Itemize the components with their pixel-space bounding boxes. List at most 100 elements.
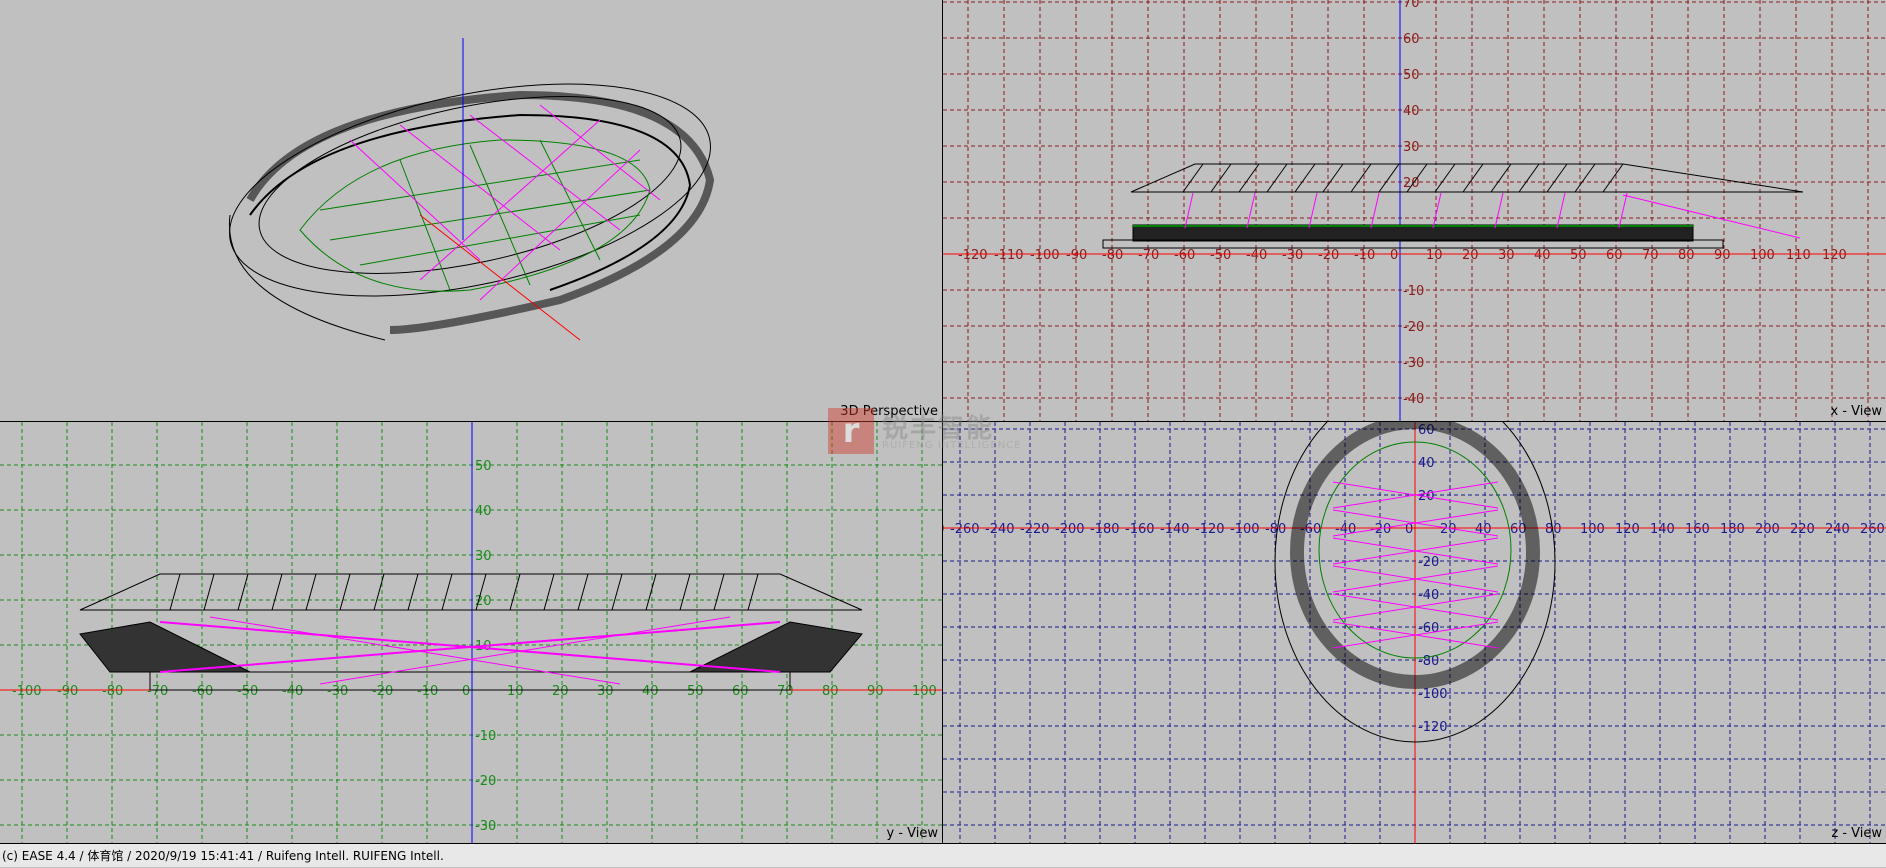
speaker-rays [349,104,661,301]
axis-tick-label: 50 [1570,248,1587,263]
axis-tick-label: 70 [777,684,794,699]
roof-rib [1350,163,1372,193]
speaker-ray [1556,192,1566,229]
axis-tick-label: -260 [950,522,980,537]
axis-tick-label: -140 [1160,522,1190,537]
perspective-canvas[interactable] [0,0,942,421]
viewport-label: z - View [1831,826,1882,841]
axis-tick-label: -10 [1354,248,1375,263]
viewport-label: y - View [886,826,939,841]
axis-tick-label: -100 [1418,687,1448,702]
viewport-z-view[interactable]: -280 -260 -240 -220 -200 -180 -160 -140 -120 -100… [943,422,1886,843]
axis-tick-label: 20 [1462,248,1479,263]
roof-outline [1130,163,1804,193]
axis-tick-label: 80 [1678,248,1695,263]
axis-tick-label: -60 [1174,248,1195,263]
roof-rib [543,573,555,611]
axis-tick-label: 160 [1685,522,1710,537]
axis-tick-label: -80 [1418,654,1439,669]
axis-tick-label: 80 [822,684,839,699]
axis-tick-label: -40 [1403,392,1424,407]
axis-tick-label: -180 [1090,522,1120,537]
speaker-ray [1246,192,1256,229]
axis-tick-label: -40 [1246,248,1267,263]
viewport-3d-perspective[interactable]: 3D Perspective [0,0,943,422]
axis-tick-label: -120 [958,248,988,263]
axis-tick-label: -80 [1265,522,1286,537]
x-view-canvas[interactable]: -120 -110 -100 -90 -80 -70 -60 -50 -40 -30 -20 -10 0… [943,0,1886,421]
axis-tick-label: -10 [1403,284,1424,299]
roof-rib [1266,163,1288,193]
roof-rib [441,573,453,611]
seating-band [246,90,715,334]
axis-tick-label: 240 [1825,522,1850,537]
axis-tick-label: 60 [1403,32,1420,47]
axis-tick-label: -90 [57,684,78,699]
axis-tick-label: 90 [867,684,884,699]
axis-tick-label: -30 [327,684,348,699]
speaker-ray [209,616,621,685]
roof-rib [169,573,181,611]
axis-tick-label: 100 [1750,248,1775,263]
axis-tick-label: -120 [1195,522,1225,537]
status-bar: (c) EASE 4.4 / 体育馆 / 2020/9/19 15:41:41 … [0,843,1886,867]
axis-tick-label: 100 [1580,522,1605,537]
axis-tick-label: -120 [1418,720,1448,735]
axis-tick-label: 60 [732,684,749,699]
axis-tick-label: -40 [1418,588,1439,603]
roof-rib [713,573,725,611]
axis-tick-label: -70 [1138,248,1159,263]
axis-tick-label: -220 [1020,522,1050,537]
axis-tick-label: -100 [12,684,42,699]
axis-tick-label: -110 [994,248,1024,263]
axis-tick-label: 10 [507,684,524,699]
axis-tick-label: 20 [475,594,492,609]
axis-tick-label: 100 [912,684,937,699]
axis-tick-label: -10 [417,684,438,699]
speaker-ray [1308,192,1318,229]
axis-tick-label: 40 [1403,104,1420,119]
axis-tick-label: 120 [1615,522,1640,537]
roof-rib [1462,163,1484,193]
lower-arc [228,214,386,341]
roof-rib [339,573,351,611]
axis-tick-label: -20 [1403,320,1424,335]
axis-tick-label: -50 [237,684,258,699]
roof-rib [1546,163,1568,193]
audience-area [299,139,651,292]
axis-tick-label: -80 [102,684,123,699]
axis-tick-label: -10 [475,729,496,744]
roof-rib [407,573,419,611]
speaker-ray [1618,192,1628,229]
axis-tick-label: 30 [1498,248,1515,263]
seating-block-left [79,621,251,673]
axis-tick-label: -200 [1055,522,1085,537]
roof-outline [79,573,863,611]
speaker-ray [1184,192,1194,229]
watermark-subtext: RUIFENG INTELLIGENCE [882,440,1022,451]
axis-tick-label: -20 [1318,248,1339,263]
axis-tick-label: -40 [282,684,303,699]
viewport-y-view[interactable]: -100 -90 -80 -70 -60 -50 -40 -30 -20 -10 0 10 20 30 40… [0,422,943,843]
y-view-canvas[interactable]: -100 -90 -80 -70 -60 -50 -40 -30 -20 -10 0 10 20 30 40… [0,422,942,843]
axis-tick-label: 70 [1642,248,1659,263]
axis-tick-label: 70 [1403,0,1420,11]
speaker-ray [1432,192,1442,229]
axis-tick-label: 50 [475,459,492,474]
roof-rib [1378,163,1400,193]
axis-tick-label: 40 [1534,248,1551,263]
axis-tick-label: 200 [1755,522,1780,537]
seating-block [1132,224,1694,242]
axis-tick-label: -30 [1403,356,1424,371]
axis-tick-label: 260 [1860,522,1885,537]
roof-rib [1602,163,1624,193]
viewport-x-view[interactable]: -120 -110 -100 -90 -80 -70 -60 -50 -40 -30 -20 -10 0… [943,0,1886,422]
roof-outline [229,83,711,297]
roof-rib [1322,163,1344,193]
axis-tick-label: -80 [1102,248,1123,263]
z-view-canvas[interactable]: -280 -260 -240 -220 -200 -180 -160 -140 -120 -100… [943,422,1886,843]
axis-tick-label: -20 [475,774,496,789]
axis-tick-label: 30 [475,549,492,564]
axis-tick-label: 110 [1786,248,1811,263]
seating-block-right [689,621,863,673]
